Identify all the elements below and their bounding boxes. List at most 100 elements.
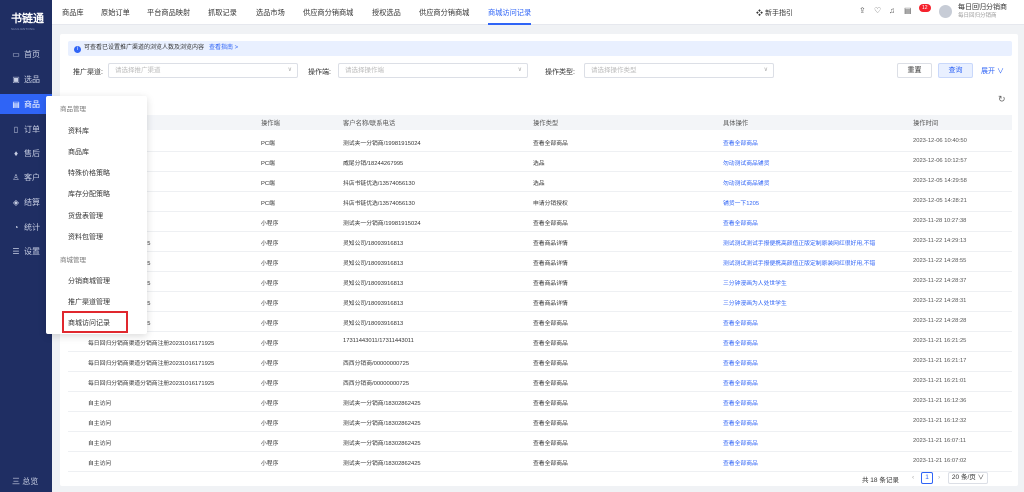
- reset-button[interactable]: 重置: [897, 63, 932, 78]
- cell-type: 查看全部商品: [533, 421, 568, 427]
- notification-badge[interactable]: 12: [919, 4, 931, 12]
- cell-customer: 17311443011/17311443011: [343, 338, 414, 344]
- cell-detail[interactable]: 三分钟漫画为人处世学生: [723, 298, 787, 307]
- tab-authorized-select[interactable]: 授权选品: [372, 0, 401, 25]
- submenu-item-stock-strategy[interactable]: 库存分配策略: [68, 189, 110, 199]
- submenu-item-pallet[interactable]: 货盘表管理: [68, 211, 103, 221]
- cell-time: 2023-11-21 16:07:11: [913, 438, 966, 444]
- cell-time: 2023-11-22 14:28:37: [913, 278, 967, 284]
- cell-detail[interactable]: 测试测试测试手报便携高颜值正版定制原装网红很好用,不错: [723, 258, 875, 267]
- logo: 书链通 SHULIANTONG: [11, 13, 44, 31]
- cell-customer: 灵知公司/18093916813: [343, 241, 404, 247]
- column-detail: 具体操作: [723, 120, 749, 127]
- tab-supplier-mall[interactable]: 供应商分销商城: [303, 0, 353, 25]
- cell-type: 查看全部商品: [533, 361, 568, 367]
- info-tip: i 可查看已设置推广渠道的浏览人数及浏览内容 查看指南 >: [68, 41, 1012, 56]
- cell-detail[interactable]: 查看全部商品: [723, 438, 758, 447]
- cell-type: 查看全部商品: [533, 221, 568, 227]
- column-time: 操作时间: [913, 120, 939, 127]
- sidebar-item-stats[interactable]: ◔ 统计: [0, 217, 52, 237]
- cell-type: 查看商品详情: [533, 281, 568, 287]
- cell-end: 小程序: [261, 341, 279, 347]
- cell-type: 查看商品详情: [533, 301, 568, 307]
- cell-time: 2023-12-06 10:40:50: [913, 138, 967, 144]
- cell-type: 查看全部商品: [533, 141, 568, 147]
- cell-detail[interactable]: 查看全部商品: [723, 458, 758, 467]
- cell-detail[interactable]: 查看全部商品: [723, 358, 758, 367]
- cell-channel: 每日回归分销商渠道分销商注册20231016171925: [88, 341, 215, 347]
- cell-detail[interactable]: 勿动测试商品铺货: [723, 158, 769, 167]
- page-size-select[interactable]: 20 条/页 ∨: [948, 472, 988, 484]
- tab-fetch-records[interactable]: 抓取记录: [208, 0, 237, 25]
- prev-page-icon[interactable]: ‹: [912, 474, 914, 481]
- overview-link[interactable]: 三 总览: [12, 476, 38, 487]
- upload-icon[interactable]: ⇪: [859, 6, 866, 15]
- headset-icon[interactable]: ♫: [889, 6, 895, 15]
- next-page-icon[interactable]: ›: [938, 474, 940, 481]
- tab-product-library[interactable]: 商品库: [62, 0, 84, 25]
- cell-detail[interactable]: 勿动测试商品铺货: [723, 178, 769, 187]
- shield-icon[interactable]: ♡: [874, 6, 881, 15]
- tab-original-orders[interactable]: 原始订单: [101, 0, 130, 25]
- tab-mall-visits[interactable]: 商城访问记录: [488, 0, 532, 25]
- guide-link[interactable]: 查看指南 >: [209, 45, 238, 51]
- submenu-item-special-price[interactable]: 特殊价格策略: [68, 168, 110, 178]
- cell-customer: 西西分销商/00000000725: [343, 361, 410, 367]
- sidebar-item-settings[interactable]: ☰ 设置: [0, 241, 52, 261]
- cell-customer: 测试夹一分销商/19981915024: [343, 141, 421, 147]
- cell-channel: 自主访问: [88, 441, 112, 447]
- cell-detail[interactable]: 三分钟漫画为人处世学生: [723, 278, 787, 287]
- cell-detail[interactable]: 查看全部商品: [723, 138, 758, 147]
- sidebar-item-home[interactable]: ▭ 首页: [0, 44, 52, 64]
- cell-end: 小程序: [261, 381, 279, 387]
- cell-type: 查看全部商品: [533, 461, 568, 467]
- submenu-item-channel-manage[interactable]: 推广渠道管理: [68, 297, 110, 307]
- avatar[interactable]: [939, 5, 952, 18]
- refresh-icon[interactable]: ↻: [998, 94, 1006, 105]
- table-row: 司注册20231016171925小程序灵知公司/18093916813查看商品…: [68, 252, 1012, 272]
- cell-detail[interactable]: 查看全部商品: [723, 378, 758, 387]
- cell-customer: 测试夹一分销商/18302862425: [343, 421, 421, 427]
- cell-end: PC端: [261, 141, 275, 147]
- submenu-item-mall-manage[interactable]: 分销商城管理: [68, 276, 110, 286]
- cell-detail[interactable]: 查看全部商品: [723, 418, 758, 427]
- sidebar-item-order[interactable]: ▯ 订单: [0, 119, 52, 139]
- cell-end: 小程序: [261, 441, 279, 447]
- table-row: PC端 测试夹一分销商/19981915024 查看全部商品 查看全部商品 2023-1…: [68, 132, 1012, 152]
- table-row: 司注册20231016171925小程序灵知公司/18093916813查看商品…: [68, 272, 1012, 292]
- column-customer: 客户名称/联系电话: [343, 120, 396, 127]
- table-row: 每日回归分销商渠道分销商注册20231016171925 小程序 西西分销商/000…: [68, 372, 1012, 392]
- sidebar-item-finance[interactable]: ◈ 结算: [0, 192, 52, 212]
- cell-detail[interactable]: 查看全部商品: [723, 218, 758, 227]
- page-1[interactable]: 1: [921, 472, 933, 484]
- table-row: PC端 抖店书链优选/13574056130 申请分销授权 铺货一下1205 2023-…: [68, 192, 1012, 212]
- search-button[interactable]: 查询: [938, 63, 973, 78]
- type-select[interactable]: 请选择操作类型 ∨: [584, 63, 774, 78]
- sidebar-item-customer[interactable]: ♙ 客户: [0, 167, 52, 187]
- submenu-item-library[interactable]: 资料库: [68, 126, 89, 136]
- cell-detail[interactable]: 查看全部商品: [723, 318, 758, 327]
- submenu-item-products[interactable]: 商品库: [68, 147, 89, 157]
- cell-type: 查看全部商品: [533, 401, 568, 407]
- expand-button[interactable]: 展开 ∨: [981, 66, 1004, 76]
- user-info[interactable]: 每日回归分销商 每日回归分销商: [958, 3, 1007, 21]
- sidebar-item-product[interactable]: ▤ 商品: [0, 94, 52, 114]
- cell-detail[interactable]: 铺货一下1205: [723, 198, 759, 207]
- sidebar-item-aftersale[interactable]: ♦ 售后: [0, 143, 52, 163]
- channel-select[interactable]: 请选择推广渠道 ∨: [108, 63, 298, 78]
- new-user-guide[interactable]: ❖ 新手指引: [756, 8, 793, 18]
- column-end: 操作端: [261, 120, 280, 127]
- tab-select-market[interactable]: 选品市场: [256, 0, 285, 25]
- cell-detail[interactable]: 查看全部商品: [723, 338, 758, 347]
- tab-product-mapping[interactable]: 平台商品映射: [147, 0, 190, 25]
- tab-supplier-mall-2[interactable]: 供应商分销商城: [419, 0, 469, 25]
- product-submenu: 商品管理 资料库 商品库 特殊价格策略 库存分配策略 货盘表管理 资料包管理 商…: [46, 96, 147, 334]
- sidebar-item-select[interactable]: ▣ 选品: [0, 69, 52, 89]
- table-row: 每日回归分销商渠道分销商注册20231016171925 小程序 173114430…: [68, 332, 1012, 352]
- submenu-item-package[interactable]: 资料包管理: [68, 232, 103, 242]
- cell-detail[interactable]: 测试测试测试手报便携高颜值正版定制原装网红很好用,不错: [723, 238, 875, 247]
- end-select[interactable]: 请选择操作端 ∨: [338, 63, 528, 78]
- cell-detail[interactable]: 查看全部商品: [723, 398, 758, 407]
- cell-channel: 每日回归分销商渠道分销商注册20231016171925: [88, 381, 215, 387]
- document-icon[interactable]: ▤: [904, 6, 912, 15]
